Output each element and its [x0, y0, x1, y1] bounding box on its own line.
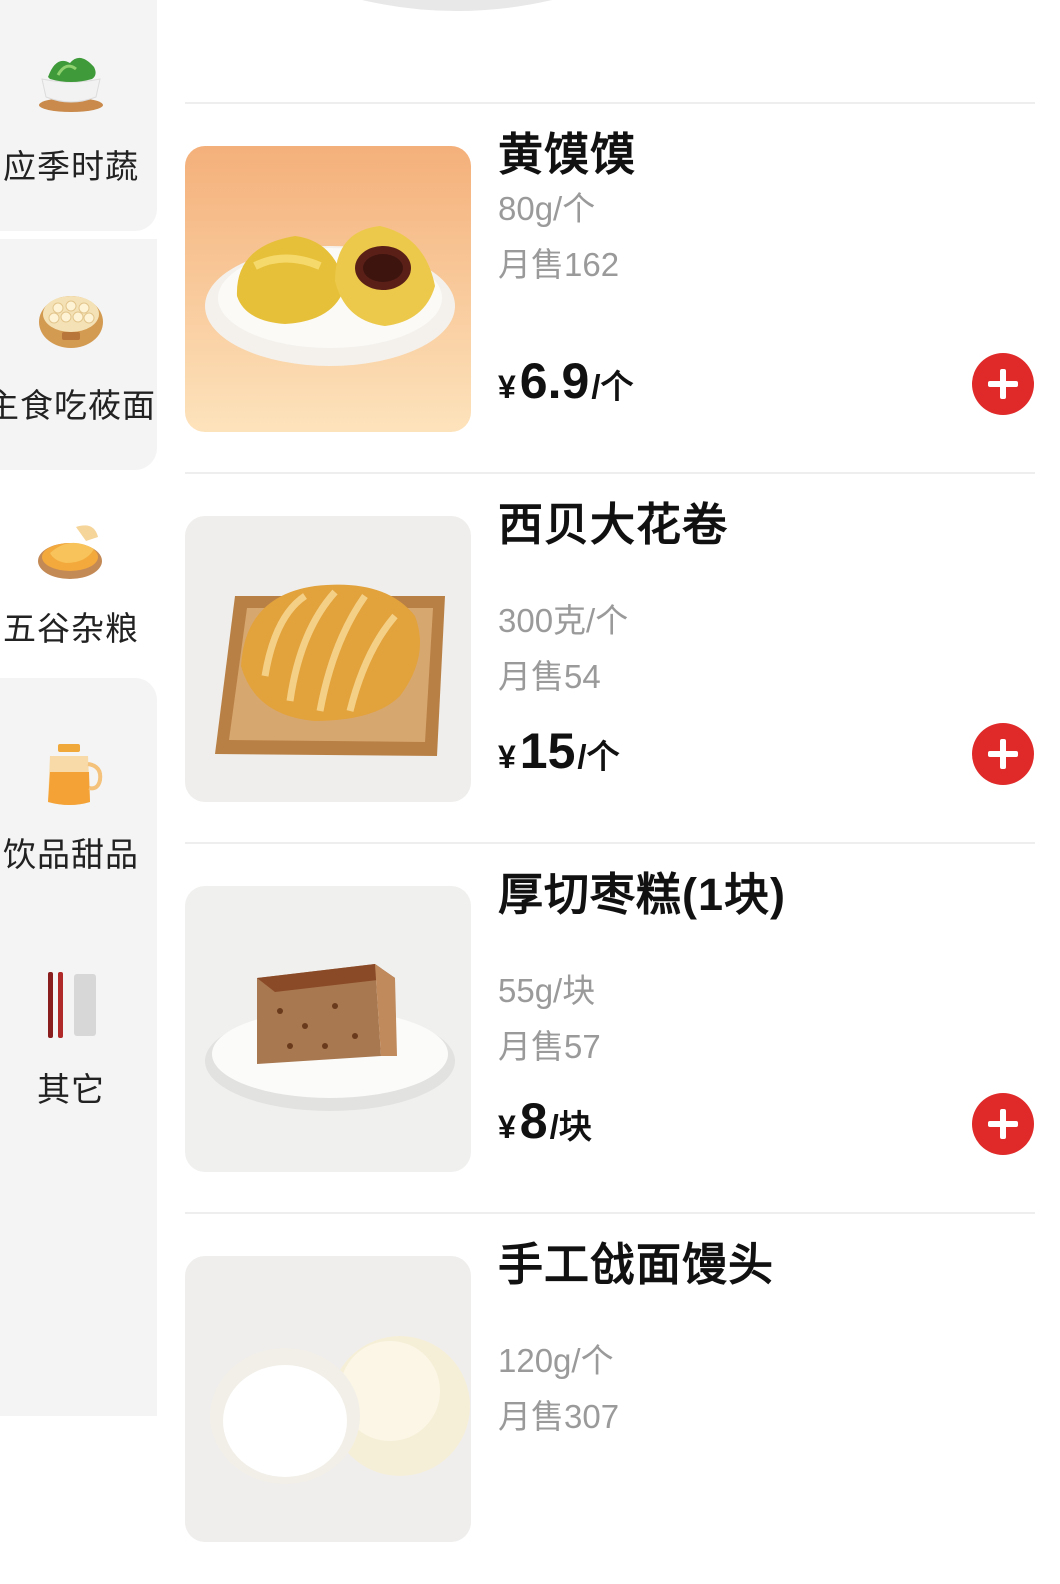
category-label: 五谷杂粮: [3, 610, 139, 647]
product-card[interactable]: 西贝大花卷 300克/个 月售54 ¥15/个: [157, 474, 1060, 844]
vegetable-bowl-icon: [39, 57, 103, 112]
product-card[interactable]: 黄馍馍 80g/个 月售162 ¥6.9/个: [157, 104, 1060, 474]
product-list: ¥15/个 黄馍馍: [157, 0, 1060, 1542]
product-card[interactable]: 手工戗面馒头 120g/个 月售307: [157, 1214, 1060, 1584]
product-monthly-sales: 月售307: [498, 1398, 620, 1435]
product-card[interactable]: ¥15/个: [157, 0, 1060, 102]
drink-jar-icon: [48, 744, 103, 805]
product-name: 手工戗面馒头: [498, 1239, 775, 1290]
yellow-steamed-bun-image: [185, 146, 471, 432]
category-sidebar: 应季时蔬 主食吃莜面 五谷杂粮 饮品甜品 其它: [0, 0, 157, 1416]
category-label: 其它: [37, 1071, 105, 1108]
add-to-cart-button[interactable]: [972, 353, 1034, 415]
flower-roll-image: [185, 516, 471, 802]
product-card[interactable]: 厚切枣糕(1块) 55g/块 月售57 ¥8/块: [157, 844, 1060, 1214]
product-price: ¥8/块: [498, 1093, 592, 1149]
product-spec: 55g/块: [498, 972, 596, 1009]
steamed-bun-image: [185, 1256, 471, 1542]
product-spec: 120g/个: [498, 1342, 614, 1379]
plate-image-partial: [362, 0, 552, 11]
steamer-basket-icon: [39, 296, 103, 348]
category-label: 主食吃莜面: [0, 387, 156, 424]
sidebar-background: [0, 1155, 157, 1416]
category-item-seasonal-vegetables[interactable]: 应季时蔬: [0, 0, 157, 231]
category-item-staple-oat-noodles[interactable]: 主食吃莜面: [0, 239, 157, 470]
product-spec: 80g/个: [498, 190, 596, 227]
product-price: ¥15/个: [498, 723, 620, 779]
product-spec: 300克/个: [498, 602, 629, 639]
product-name: 厚切枣糕(1块): [498, 869, 786, 920]
add-to-cart-button[interactable]: [972, 1093, 1034, 1155]
category-label: 应季时蔬: [3, 148, 139, 185]
category-item-whole-grains[interactable]: 五谷杂粮: [0, 470, 157, 678]
add-to-cart-button[interactable]: [972, 723, 1034, 785]
product-name: 西贝大花卷: [498, 499, 729, 550]
jujube-cake-image: [185, 886, 471, 1172]
product-monthly-sales: 月售54: [498, 658, 601, 695]
product-name: 黄馍馍: [498, 129, 637, 180]
product-monthly-sales: 月售57: [498, 1028, 601, 1065]
product-monthly-sales: 月售162: [498, 246, 620, 283]
chopsticks-icon: [48, 972, 96, 1038]
category-label: 饮品甜品: [3, 836, 139, 873]
product-price: ¥6.9/个: [498, 353, 634, 409]
grain-pastry-icon: [38, 525, 102, 579]
category-item-drinks-desserts[interactable]: 饮品甜品 其它: [0, 678, 157, 1155]
